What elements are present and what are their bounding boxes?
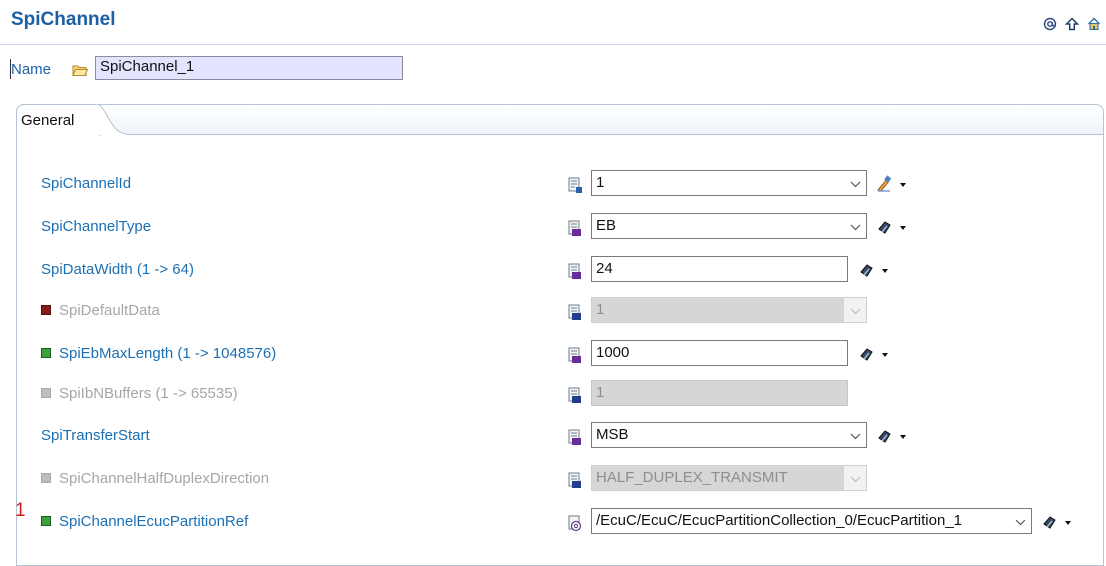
chevron-down-icon[interactable] xyxy=(844,171,866,197)
home-icon[interactable] xyxy=(1086,16,1102,32)
chevron-down-icon[interactable] xyxy=(844,423,866,449)
row-spi-channel-half-duplex-direction: SpiChannelHalfDuplexDirection HALF_DUPLE… xyxy=(0,465,1106,495)
spi-channel-half-duplex-direction-combo: HALF_DUPLEX_TRANSMIT xyxy=(591,465,867,491)
spi-channel-ecuc-partition-ref-combo[interactable]: /EcuC/EcuC/EcucPartitionCollection_0/Ecu… xyxy=(591,508,1032,534)
enum-type-icon xyxy=(568,304,581,320)
spi-ib-n-buffers-input: 1 xyxy=(591,380,848,406)
integer-type-icon xyxy=(568,387,581,403)
spi-data-width-label: SpiDataWidth (1 -> 64) xyxy=(41,261,194,278)
integer-type-icon xyxy=(568,347,581,363)
row-spi-channel-type: SpiChannelType EB xyxy=(0,213,1106,243)
row-spi-default-data: SpiDefaultData 1 xyxy=(0,297,1106,327)
default-value-action-icon[interactable] xyxy=(1041,513,1075,531)
disabled-param-marker-icon[interactable] xyxy=(41,305,51,315)
inactive-param-marker-icon[interactable] xyxy=(41,388,51,398)
spi-default-data-label: SpiDefaultData xyxy=(59,302,160,319)
reference-type-icon xyxy=(568,515,582,532)
tab-bar xyxy=(17,105,1103,135)
default-value-action-icon[interactable] xyxy=(876,427,910,445)
name-label: Name xyxy=(11,61,52,78)
row-spi-ib-n-buffers: SpiIbNBuffers (1 -> 65535) 1 xyxy=(0,380,1106,410)
spi-channel-type-combo[interactable]: EB xyxy=(591,213,867,239)
spi-default-data-combo: 1 xyxy=(591,297,867,323)
row-spi-channel-ecuc-partition-ref: SpiChannelEcucPartitionRef /EcuC/EcuC/Ec… xyxy=(0,508,1106,538)
spi-channel-ecuc-partition-ref-label: SpiChannelEcucPartitionRef xyxy=(59,513,249,530)
enabled-param-marker-icon[interactable] xyxy=(41,348,51,358)
default-value-action-icon[interactable] xyxy=(876,218,910,236)
integer-type-icon xyxy=(568,263,581,279)
spi-transfer-start-combo[interactable]: MSB xyxy=(591,422,867,448)
spi-default-data-value: 1 xyxy=(592,298,844,322)
chevron-down-icon xyxy=(844,466,866,492)
default-value-action-icon[interactable] xyxy=(858,345,892,363)
spi-channel-id-label: SpiChannelId xyxy=(41,175,132,192)
chevron-down-icon xyxy=(844,298,866,324)
spi-eb-max-length-label: SpiEbMaxLength (1 -> 1048576) xyxy=(59,345,277,362)
editor-header: SpiChannel xyxy=(0,0,1106,45)
folder-icon[interactable] xyxy=(72,63,88,77)
tab-general-label: General xyxy=(21,112,75,129)
spi-eb-max-length-input[interactable]: 1000 xyxy=(591,340,848,366)
tab-curve xyxy=(96,104,126,135)
row-spi-data-width: SpiDataWidth (1 -> 64) 24 xyxy=(0,256,1106,286)
enum-type-icon xyxy=(568,472,581,488)
enum-type-icon xyxy=(568,429,581,445)
spi-channel-half-duplex-direction-value: HALF_DUPLEX_TRANSMIT xyxy=(592,466,844,490)
page-title: SpiChannel xyxy=(11,9,116,30)
integer-type-icon xyxy=(568,177,582,193)
spi-channel-id-value: 1 xyxy=(596,174,605,191)
enabled-param-marker-icon[interactable] xyxy=(41,516,51,526)
up-arrow-icon[interactable] xyxy=(1064,16,1080,32)
row-spi-channel-id: SpiChannelId 1 xyxy=(0,170,1106,200)
calculate-action-icon[interactable] xyxy=(876,175,910,193)
row-spi-transfer-start: SpiTransferStart MSB xyxy=(0,422,1106,452)
spi-channel-type-value: EB xyxy=(596,217,617,234)
spi-channel-type-label: SpiChannelType xyxy=(41,218,152,235)
spi-ib-n-buffers-label: SpiIbNBuffers (1 -> 65535) xyxy=(59,385,238,402)
inactive-param-marker-icon[interactable] xyxy=(41,473,51,483)
spi-transfer-start-value: MSB xyxy=(596,426,629,443)
row-spi-eb-max-length: SpiEbMaxLength (1 -> 1048576) 1000 xyxy=(0,340,1106,370)
spi-channel-ecuc-partition-ref-value: /EcuC/EcuC/EcucPartitionCollection_0/Ecu… xyxy=(596,512,963,529)
chevron-down-icon[interactable] xyxy=(844,214,866,240)
enum-type-icon xyxy=(568,220,581,236)
chevron-down-icon[interactable] xyxy=(1009,509,1031,535)
header-toolbar xyxy=(1042,16,1102,32)
tab-general[interactable]: General xyxy=(16,104,100,136)
spi-data-width-input[interactable]: 24 xyxy=(591,256,848,282)
spi-transfer-start-label: SpiTransferStart xyxy=(41,427,150,444)
at-icon[interactable] xyxy=(1042,16,1058,32)
spi-channel-id-combo[interactable]: 1 xyxy=(591,170,867,196)
default-value-action-icon[interactable] xyxy=(858,261,892,279)
spi-channel-half-duplex-direction-label: SpiChannelHalfDuplexDirection xyxy=(59,470,270,487)
name-input[interactable]: SpiChannel_1 xyxy=(95,56,403,80)
